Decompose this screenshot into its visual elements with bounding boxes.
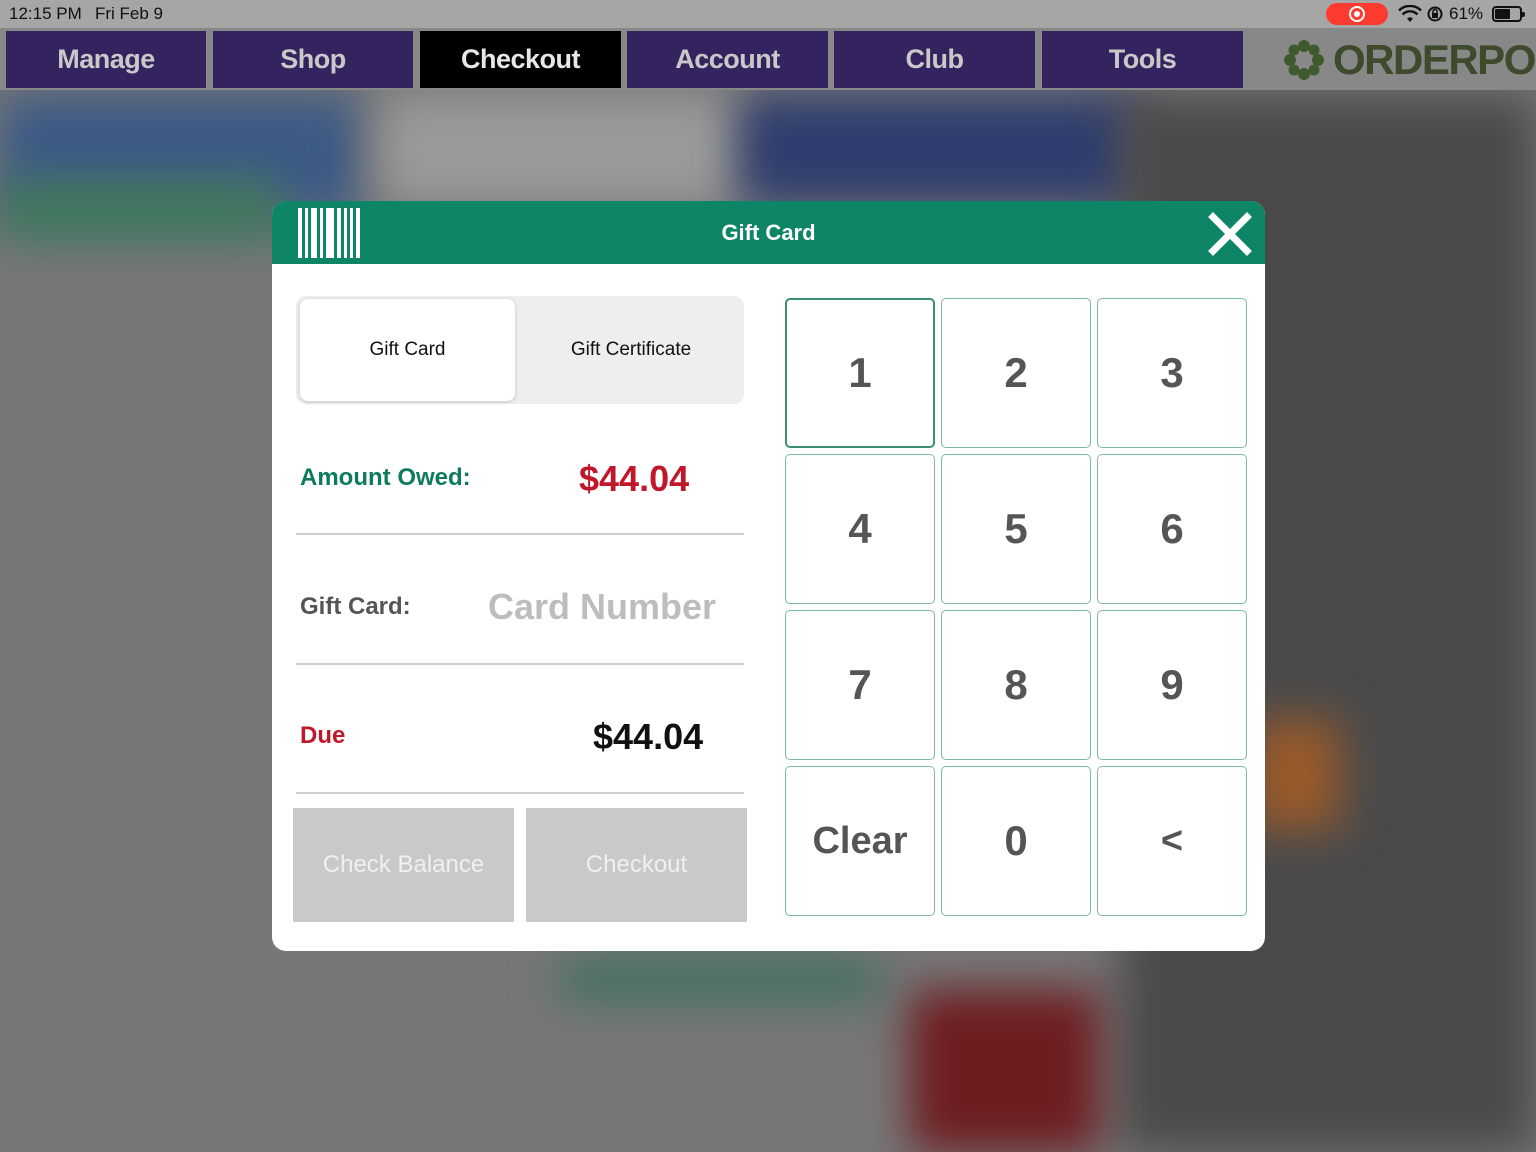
tab-checkout[interactable]: Checkout	[420, 31, 621, 88]
status-bar: 12:15 PM Fri Feb 9 61%	[0, 0, 1536, 28]
orderport-flower-icon	[1284, 40, 1324, 80]
keypad-key-8[interactable]: 8	[941, 610, 1091, 760]
battery-percent: 61%	[1449, 4, 1484, 23]
amount-owed-value: $44.04	[579, 458, 690, 499]
checkout-button[interactable]: Checkout	[526, 808, 747, 922]
due-value: $44.04	[593, 716, 704, 757]
background-blur-teal	[560, 960, 880, 1000]
tab-shop[interactable]: Shop	[213, 31, 413, 88]
background-blur-navy	[740, 95, 1140, 205]
due-label: Due	[300, 722, 346, 749]
screen-recording-icon[interactable]	[1326, 3, 1388, 25]
card-number-input[interactable]: Card Number	[488, 586, 716, 628]
battery-icon	[1492, 6, 1525, 22]
keypad-key-6[interactable]: 6	[1097, 454, 1247, 604]
keypad-clear-button[interactable]: Clear	[785, 766, 935, 916]
tab-manage[interactable]: Manage	[6, 31, 206, 88]
amount-owed-label: Amount Owed:	[300, 464, 471, 491]
keypad-backspace-button[interactable]: <	[1097, 766, 1247, 916]
segment-gift-certificate[interactable]: Gift Certificate	[520, 299, 742, 401]
divider	[296, 533, 744, 535]
background-blur-green	[0, 180, 280, 240]
tab-account[interactable]: Account	[627, 31, 828, 88]
keypad-key-9[interactable]: 9	[1097, 610, 1247, 760]
keypad-key-2[interactable]: 2	[941, 298, 1091, 448]
segment-gift-card[interactable]: Gift Card	[300, 299, 515, 401]
keypad-key-3[interactable]: 3	[1097, 298, 1247, 448]
keypad-key-5[interactable]: 5	[941, 454, 1091, 604]
close-icon[interactable]	[1207, 211, 1253, 257]
card-type-segmented-control: Gift Card Gift Certificate	[296, 296, 744, 404]
divider	[296, 792, 744, 794]
modal-title: Gift Card	[721, 220, 816, 245]
divider	[296, 663, 744, 665]
gift-card-modal: Gift Card Gift Card Gift Certificate Amo…	[272, 201, 1265, 951]
keypad-key-0[interactable]: 0	[941, 766, 1091, 916]
keypad-key-4[interactable]: 4	[785, 454, 935, 604]
orderport-logo: ORDERPORT	[1281, 36, 1536, 83]
keypad-key-7[interactable]: 7	[785, 610, 935, 760]
tab-club[interactable]: Club	[834, 31, 1035, 88]
main-nav: Manage Shop Checkout Account Club Tools …	[0, 28, 1536, 90]
modal-header: Gift Card	[272, 201, 1265, 264]
keypad-key-1[interactable]: 1	[785, 298, 935, 448]
background-blur-red	[910, 990, 1100, 1152]
gift-card-label: Gift Card:	[300, 593, 411, 620]
tab-tools[interactable]: Tools	[1042, 31, 1243, 88]
background-blur-gray	[380, 95, 740, 205]
brand-name: ORDERPORT	[1333, 36, 1536, 83]
orientation-lock-icon	[1427, 6, 1443, 22]
status-date: Fri Feb 9	[95, 4, 164, 23]
status-time: 12:15 PM	[9, 4, 82, 23]
check-balance-button[interactable]: Check Balance	[293, 808, 514, 922]
wifi-icon	[1398, 5, 1422, 22]
